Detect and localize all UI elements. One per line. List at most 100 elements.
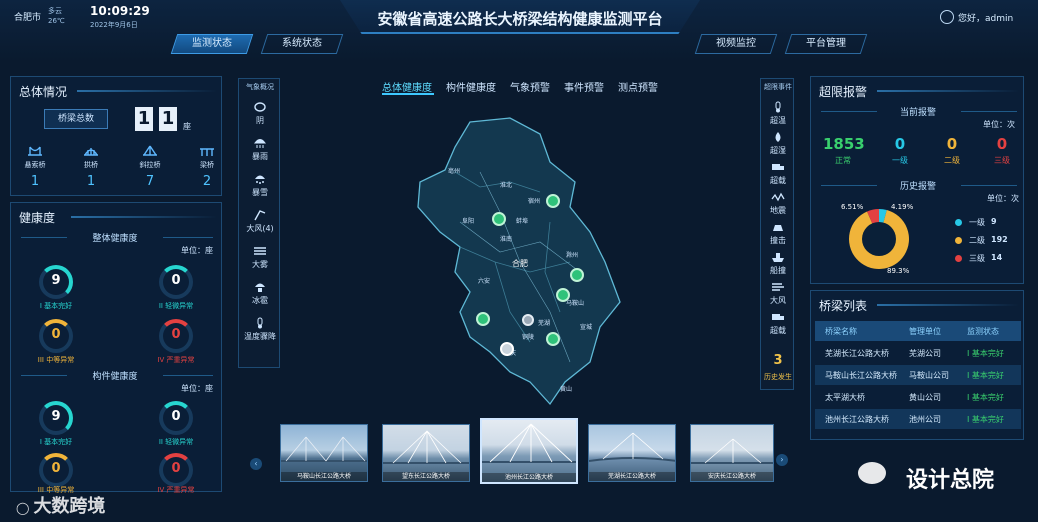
thermometer-icon: [775, 101, 781, 113]
legend-level3-label: 三级: [969, 254, 985, 263]
overall-unit: 单位：座: [181, 246, 213, 255]
map-label-hefei: 合肥: [512, 259, 528, 268]
map-tab-event-warning[interactable]: 事件预警: [564, 79, 604, 94]
truck-icon: [772, 314, 784, 320]
event-overload-button[interactable]: 超载: [759, 161, 797, 186]
legend-level3-dot: [955, 255, 962, 262]
alarm-stat-level1: 0 一级: [892, 135, 908, 165]
bridge-photo-5[interactable]: 安庆长江公路大桥: [690, 424, 774, 482]
wechat-icon: [858, 462, 886, 484]
map-label-huainan: 淮南: [500, 236, 513, 243]
bridge-photo-4[interactable]: 芜湖长江公路大桥: [588, 424, 676, 482]
total-digit-1: 1: [135, 107, 153, 131]
table-row[interactable]: 池州长江公路大桥 池州公司 I 基本完好: [815, 409, 1021, 429]
component-unit: 单位：座: [181, 384, 213, 393]
alarm-panel: 超限报警 当前报警 单位：次 1853 正常 0 一级 0 二级 0 三级 历史…: [810, 76, 1024, 284]
history-unit: 单位：次: [987, 194, 1019, 203]
wind-icon: [254, 210, 266, 221]
cable-stayed-item: 斜拉桥 7: [135, 145, 165, 189]
weather-text: 多云: [48, 7, 62, 15]
legend-level1-value: 9: [991, 217, 997, 226]
health-title: 健康度: [19, 211, 56, 225]
bridge-photo-3[interactable]: 池州长江公路大桥: [480, 418, 578, 484]
bridge-marker-pin[interactable]: [476, 312, 490, 326]
bridge-list-panel: 桥梁列表 桥梁名称 管理单位 监测状态 芜湖长江公路大桥 芜湖公司 I 基本完好…: [810, 290, 1024, 440]
bridge-photo-1[interactable]: 马鞍山长江公路大桥: [280, 424, 368, 482]
active-tab-underline: [382, 93, 434, 95]
bridge-marker-pin[interactable]: [500, 342, 514, 356]
table-row[interactable]: 马鞍山长江公路大桥 马鞍山公司 I 基本完好: [815, 365, 1021, 385]
table-row[interactable]: 太平湖大桥 黄山公司 I 基本完好: [815, 387, 1021, 407]
earthquake-icon: [771, 192, 785, 202]
event-strong-wind-button[interactable]: 大风: [759, 281, 797, 306]
map-label-chuzhou: 滁州: [566, 252, 579, 259]
weather-sidebar-title: 气象概况: [246, 83, 274, 91]
map-tab-component-health[interactable]: 构件健康度: [446, 79, 496, 94]
temperature-icon: [257, 317, 263, 329]
temperature: 26℃: [48, 17, 65, 25]
tab-platform-admin[interactable]: 平台管理: [784, 34, 868, 54]
history-alarm-label: 历史报警: [899, 182, 936, 192]
pie-pct-level3: 6.51%: [841, 203, 864, 211]
weather-hail-button[interactable]: 冰雹: [241, 281, 279, 306]
weather-wind-button[interactable]: 大风(4): [241, 209, 279, 234]
map-tab-weather-warning[interactable]: 气象预警: [510, 79, 550, 94]
suspension-bridge-icon: [28, 146, 42, 156]
map-label-bengbu: 蚌埠: [516, 218, 529, 225]
weather-overcast-button[interactable]: 阴: [241, 101, 279, 126]
tab-system-status[interactable]: 系统状态: [260, 34, 344, 54]
bridge-photo-2[interactable]: 望东长江公路大桥: [382, 424, 470, 482]
health-panel: 健康度 整体健康度 单位：座 9 I 基本完好 0 II 轻微异常 0 III …: [10, 202, 222, 494]
legend-level2-dot: [955, 237, 962, 244]
bridge-marker-pin[interactable]: [522, 314, 534, 326]
weather-rainstorm-button[interactable]: 暴雨: [241, 137, 279, 162]
overview-title: 总体情况: [19, 85, 68, 99]
map-label-luan: 六安: [478, 278, 491, 285]
impact-icon: [773, 225, 783, 231]
weather-fog-button[interactable]: 大雾: [241, 245, 279, 270]
history-alarm-donut: [849, 209, 909, 269]
carousel-next-icon[interactable]: ›: [776, 454, 788, 466]
map-label-fuyang: 阜阳: [462, 218, 475, 225]
table-row[interactable]: 芜湖长江公路大桥 芜湖公司 I 基本完好: [815, 343, 1021, 363]
event-sidebar: 超限事件 超温 超湿 超载 地震 撞击 船撞 大风 超载 3 历史发生: [760, 78, 794, 390]
user-greeting[interactable]: 您好，admin: [958, 11, 1013, 24]
bridge-marker-pin[interactable]: [492, 212, 506, 226]
event-history-count: 3: [773, 353, 783, 368]
carousel-prev-icon[interactable]: ‹: [250, 458, 262, 470]
event-earthquake-button[interactable]: 地震: [759, 191, 797, 216]
pie-pct-level1: 4.19%: [891, 203, 914, 211]
ship-icon: [772, 253, 784, 262]
truck-icon: [772, 164, 784, 170]
event-impact-button[interactable]: 撞击: [759, 221, 797, 246]
tab-video-monitor[interactable]: 视频监控: [694, 34, 778, 54]
weather-snowstorm-button[interactable]: 暴雪: [241, 173, 279, 198]
user-icon[interactable]: [940, 10, 954, 24]
event-overtemp-button[interactable]: 超温: [759, 101, 797, 126]
map-tab-overall-health[interactable]: 总体健康度: [382, 79, 432, 94]
bridge-table-header: 桥梁名称 管理单位 监测状态: [815, 321, 1021, 341]
page-title: 安徽省高速公路长大桥梁结构健康监测平台: [377, 10, 663, 28]
watermark-right: 设计总院: [906, 468, 995, 493]
bridge-marker-pin[interactable]: [570, 268, 584, 282]
watermark-left: ◯ 大数跨境: [16, 496, 106, 517]
legend-level2-label: 二级: [969, 236, 985, 245]
wind-icon: [772, 283, 784, 291]
cloud-icon: [254, 102, 266, 112]
map-label-suzhou: 宿州: [528, 198, 541, 205]
bridge-marker-pin[interactable]: [546, 194, 560, 208]
event-overhumid-button[interactable]: 超湿: [759, 131, 797, 156]
event-ship-collision-button[interactable]: 船撞: [759, 251, 797, 276]
event-overload-2-button[interactable]: 超载: [759, 311, 797, 336]
bridge-marker-pin[interactable]: [556, 288, 570, 302]
tab-monitor-status[interactable]: 监测状态: [170, 34, 254, 54]
total-unit: 座: [183, 122, 191, 131]
map-label-huaibei: 淮北: [500, 182, 513, 189]
weather-temp-drop-button[interactable]: 温度骤降: [241, 317, 279, 342]
beam-bridge-item: 梁桥 2: [195, 145, 219, 189]
bridge-marker-pin[interactable]: [546, 332, 560, 346]
map-label-xuancheng: 宣城: [580, 324, 593, 331]
current-alarm-label: 当前报警: [899, 108, 936, 118]
snow-icon: [255, 175, 265, 184]
map-tab-sensor-warning[interactable]: 测点预警: [618, 79, 658, 94]
